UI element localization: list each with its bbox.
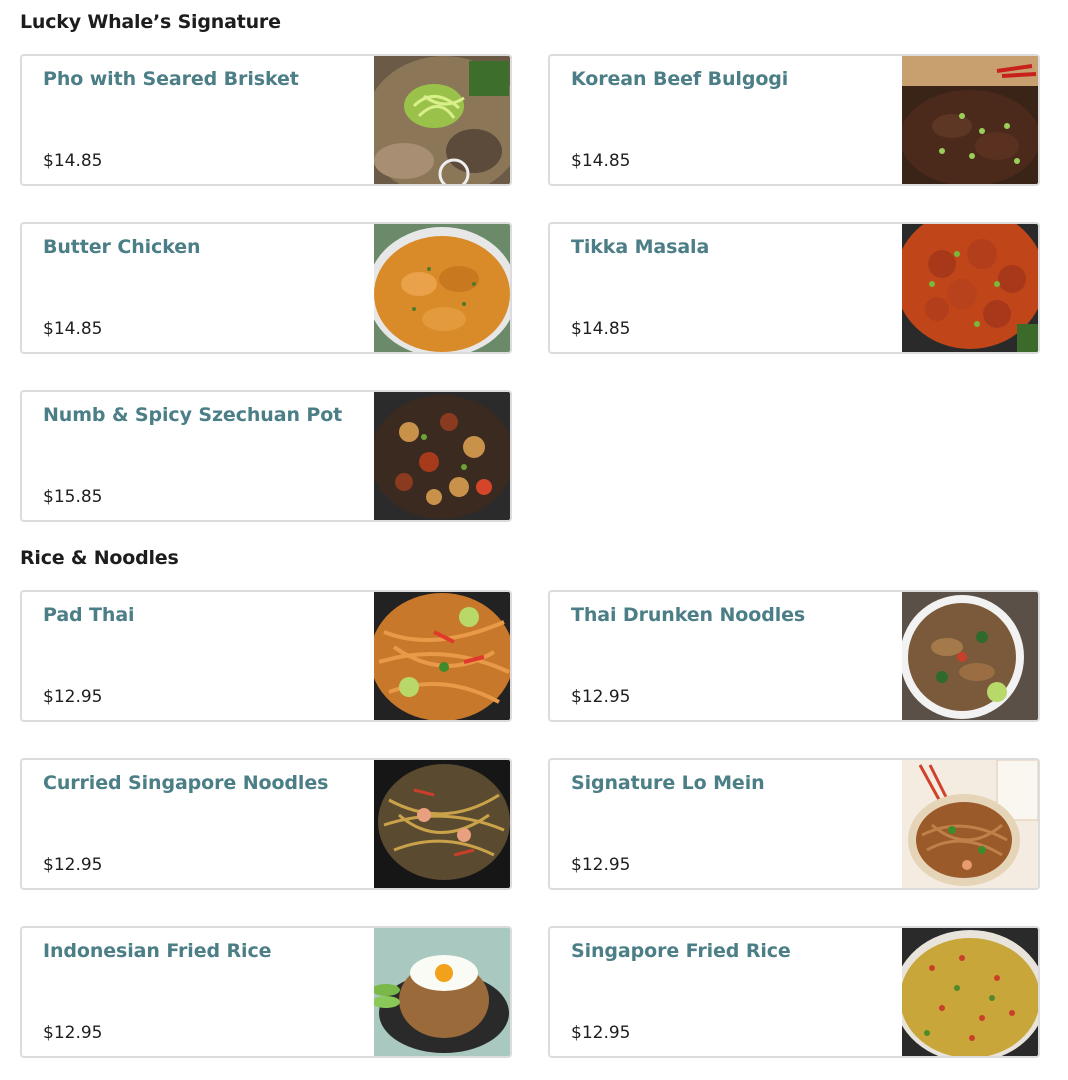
menu-item-singapore-noodles[interactable]: Curried Singapore Noodles $12.95 bbox=[20, 758, 512, 890]
menu-item-name: Numb & Spicy Szechuan Pot bbox=[43, 404, 343, 426]
menu-item-name: Thai Drunken Noodles bbox=[571, 604, 806, 626]
menu-item-lo-mein[interactable]: Signature Lo Mein $12.95 bbox=[548, 758, 1040, 890]
menu-item-pad-thai[interactable]: Pad Thai $12.95 bbox=[20, 590, 512, 722]
menu-item-price: $12.95 bbox=[571, 1023, 631, 1043]
menu-item-tikka-masala[interactable]: Tikka Masala $14.85 bbox=[548, 222, 1040, 354]
bulgogi-photo bbox=[902, 56, 1038, 184]
indonesian-fried-rice-photo bbox=[374, 928, 510, 1056]
menu-item-price: $14.85 bbox=[571, 319, 631, 339]
butter-chicken-photo bbox=[374, 224, 510, 352]
singapore-fried-rice-photo bbox=[902, 928, 1038, 1056]
menu-item-price: $14.85 bbox=[571, 151, 631, 171]
menu-item-name: Indonesian Fried Rice bbox=[43, 940, 272, 962]
menu-item-price: $15.85 bbox=[43, 487, 103, 507]
menu-item-pho[interactable]: Pho with Seared Brisket $14.85 bbox=[20, 54, 512, 186]
menu-item-name: Tikka Masala bbox=[571, 236, 710, 258]
section-title-signature: Lucky Whale’s Signature bbox=[20, 11, 281, 33]
menu-item-name: Curried Singapore Noodles bbox=[43, 772, 329, 794]
menu-item-price: $12.95 bbox=[571, 855, 631, 875]
pad-thai-photo bbox=[374, 592, 510, 720]
menu-item-price: $14.85 bbox=[43, 151, 103, 171]
menu-item-indonesian-fried-rice[interactable]: Indonesian Fried Rice $12.95 bbox=[20, 926, 512, 1058]
drunken-noodles-photo bbox=[902, 592, 1038, 720]
menu-item-drunken-noodles[interactable]: Thai Drunken Noodles $12.95 bbox=[548, 590, 1040, 722]
lo-mein-photo bbox=[902, 760, 1038, 888]
menu-item-price: $12.95 bbox=[43, 1023, 103, 1043]
menu-item-price: $12.95 bbox=[571, 687, 631, 707]
menu-item-name: Singapore Fried Rice bbox=[571, 940, 791, 962]
menu-item-name: Butter Chicken bbox=[43, 236, 201, 258]
menu-item-bulgogi[interactable]: Korean Beef Bulgogi $14.85 bbox=[548, 54, 1040, 186]
szechuan-pot-photo bbox=[374, 392, 510, 520]
menu-item-price: $14.85 bbox=[43, 319, 103, 339]
menu-item-szechuan-pot[interactable]: Numb & Spicy Szechuan Pot $15.85 bbox=[20, 390, 512, 522]
menu-item-name: Pad Thai bbox=[43, 604, 135, 626]
section-title-rice-noodles: Rice & Noodles bbox=[20, 547, 179, 569]
singapore-noodles-photo bbox=[374, 760, 510, 888]
pho-photo bbox=[374, 56, 510, 184]
menu-item-name: Signature Lo Mein bbox=[571, 772, 765, 794]
menu-item-price: $12.95 bbox=[43, 687, 103, 707]
menu-item-price: $12.95 bbox=[43, 855, 103, 875]
menu-item-name: Pho with Seared Brisket bbox=[43, 68, 299, 90]
tikka-masala-photo bbox=[902, 224, 1038, 352]
menu-item-singapore-fried-rice[interactable]: Singapore Fried Rice $12.95 bbox=[548, 926, 1040, 1058]
menu-item-butter-chicken[interactable]: Butter Chicken $14.85 bbox=[20, 222, 512, 354]
menu-item-name: Korean Beef Bulgogi bbox=[571, 68, 789, 90]
